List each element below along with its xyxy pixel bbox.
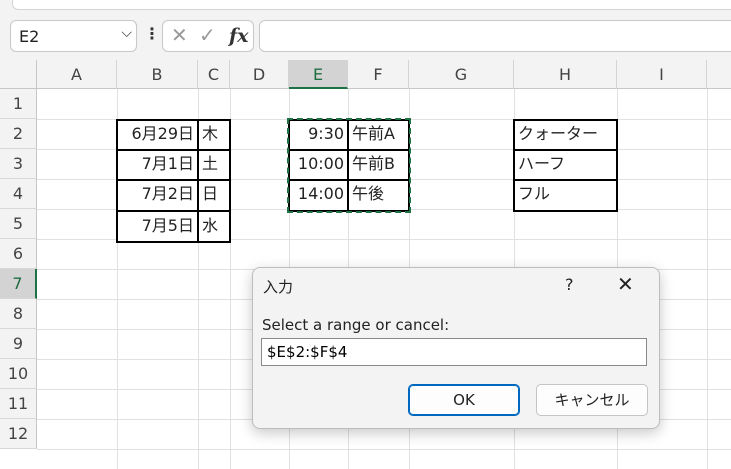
column-header-next[interactable] xyxy=(707,60,731,89)
row-header-7[interactable]: 7 xyxy=(0,269,37,299)
column-header-g[interactable]: G xyxy=(409,60,514,89)
row-header-4[interactable]: 4 xyxy=(0,179,37,209)
row-header-11[interactable]: 11 xyxy=(0,389,37,419)
cell-b5[interactable]: 7月5日 xyxy=(117,211,198,241)
column-header-a[interactable]: A xyxy=(37,60,117,89)
x-icon[interactable]: ✕ xyxy=(171,23,188,47)
input-dialog: 入力 ? ✕ Select a range or cancel: $E$2:$F… xyxy=(252,267,660,429)
ribbon-edge xyxy=(12,0,731,10)
gridline xyxy=(707,89,708,469)
row-header-6[interactable]: 6 xyxy=(0,239,37,269)
dialog-prompt: Select a range or cancel: xyxy=(262,316,450,334)
row-header-8[interactable]: 8 xyxy=(0,299,37,329)
cell-c3[interactable]: 土 xyxy=(198,149,230,179)
cell-h2[interactable]: クォーター xyxy=(514,119,617,149)
gridline xyxy=(37,449,731,450)
cell-c2[interactable]: 木 xyxy=(198,119,230,149)
more-options-icon[interactable]: ⋮ xyxy=(144,24,160,43)
cell-b2[interactable]: 6月29日 xyxy=(117,119,198,149)
row-header-12[interactable]: 12 xyxy=(0,419,37,449)
name-box-value: E2 xyxy=(19,27,40,46)
row-header-1[interactable]: 1 xyxy=(0,89,37,119)
row-header-2[interactable]: 2 xyxy=(0,119,37,149)
formula-bar-area: E2 ⌵ ⋮ ✕ ✓ fx xyxy=(0,14,731,60)
column-header-h[interactable]: H xyxy=(514,60,617,89)
row-header-10[interactable]: 10 xyxy=(0,359,37,389)
cell-b4[interactable]: 7月2日 xyxy=(117,179,198,209)
chevron-down-icon[interactable]: ⌵ xyxy=(121,25,132,41)
column-header-c[interactable]: C xyxy=(198,60,230,89)
row-header-3[interactable]: 3 xyxy=(0,149,37,179)
cell-h4[interactable]: フル xyxy=(514,179,617,209)
row-header-9[interactable]: 9 xyxy=(0,329,37,359)
help-icon[interactable]: ? xyxy=(565,275,574,294)
copy-marquee xyxy=(287,118,411,213)
range-input[interactable]: $E$2:$F$4 xyxy=(261,338,647,366)
cell-b3[interactable]: 7月1日 xyxy=(117,149,198,179)
cell-c4[interactable]: 日 xyxy=(198,179,230,209)
formula-buttons: ✕ ✓ fx xyxy=(162,20,254,52)
select-all-corner[interactable] xyxy=(0,60,37,89)
column-header-e[interactable]: E xyxy=(289,60,348,89)
close-icon[interactable]: ✕ xyxy=(617,272,634,296)
name-box[interactable]: E2 ⌵ xyxy=(10,20,137,52)
top-strip xyxy=(0,0,731,14)
cancel-button[interactable]: キャンセル xyxy=(536,384,648,416)
checkmark-icon[interactable]: ✓ xyxy=(199,23,216,47)
column-header-f[interactable]: F xyxy=(348,60,409,89)
column-header-i[interactable]: I xyxy=(617,60,707,89)
column-header-b[interactable]: B xyxy=(117,60,198,89)
cell-h3[interactable]: ハーフ xyxy=(514,149,617,179)
dialog-title: 入力 xyxy=(263,278,294,296)
column-header-d[interactable]: D xyxy=(230,60,289,89)
cell-c5[interactable]: 水 xyxy=(198,211,230,241)
formula-input[interactable] xyxy=(259,20,731,52)
row-header-5[interactable]: 5 xyxy=(0,209,37,239)
fx-icon[interactable]: fx xyxy=(229,25,249,47)
ok-button[interactable]: OK xyxy=(408,384,520,416)
